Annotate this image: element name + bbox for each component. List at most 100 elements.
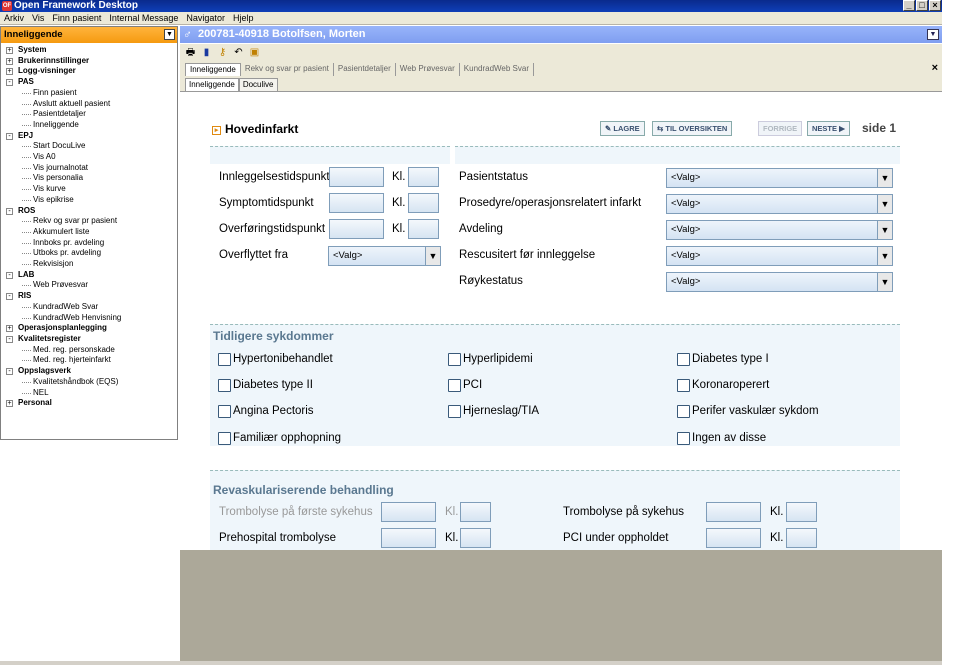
navigator-selector[interactable]: Inneliggende ▼	[1, 27, 177, 43]
collapse-icon[interactable]: -	[6, 132, 13, 140]
save-button[interactable]: ✎ LAGRE	[600, 121, 645, 136]
tree-item[interactable]: NEL	[1, 388, 177, 399]
procedure-infarct-select[interactable]: <Valg> ▼	[666, 194, 893, 214]
admission-date-input[interactable]	[329, 167, 384, 187]
transferred-from-select[interactable]: <Valg> ▼	[328, 246, 441, 266]
expand-icon[interactable]: +	[6, 57, 13, 65]
resuscitated-select[interactable]: <Valg> ▼	[666, 246, 893, 266]
tab-web-provesvar[interactable]: Web Prøvesvar	[396, 63, 460, 76]
print-icon[interactable]: 🖶	[184, 46, 197, 59]
checkbox-hyperlipidemi[interactable]: Hyperlipidemi	[448, 353, 533, 366]
transfer-time-input[interactable]	[408, 219, 439, 239]
expand-icon[interactable]: +	[6, 47, 13, 54]
tree-item[interactable]: + Personal	[1, 398, 177, 409]
expand-icon[interactable]: +	[6, 400, 13, 408]
pci-stay-time-input[interactable]	[786, 528, 817, 548]
thrombolysis-hospital-time-input[interactable]	[786, 502, 817, 522]
tree-item[interactable]: Kvalitetshåndbok (EQS)	[1, 377, 177, 388]
tree-item[interactable]: - LAB	[1, 270, 177, 281]
tree-item[interactable]: Vis kurve	[1, 184, 177, 195]
checkbox-perifer-vaskulaer[interactable]: Perifer vaskulær sykdom	[677, 405, 819, 418]
tree-item[interactable]: + Brukerinnstillinger	[1, 56, 177, 67]
menu-finn-pasient[interactable]: Finn pasient	[48, 12, 105, 24]
minimize-button[interactable]: _	[903, 0, 915, 11]
tree-item[interactable]: - Oppslagsverk	[1, 366, 177, 377]
tree-item[interactable]: Start DocuLive	[1, 141, 177, 152]
previous-button[interactable]: FORRIGE	[758, 121, 803, 136]
tree-item[interactable]: + Logg-visninger	[1, 66, 177, 77]
thrombolysis-first-hospital-date-input[interactable]	[381, 502, 436, 522]
prehospital-thrombolysis-date-input[interactable]	[381, 528, 436, 548]
collapse-icon[interactable]: -	[6, 368, 13, 376]
tree-item[interactable]: - Kvalitetsregister	[1, 334, 177, 345]
patient-header[interactable]: ♂ 200781-40918 Botolfsen, Morten ▼	[180, 26, 942, 43]
close-icon[interactable]: ×	[932, 62, 938, 75]
tree-item[interactable]: Rekvisisjon	[1, 259, 177, 270]
menu-arkiv[interactable]: Arkiv	[0, 12, 28, 24]
smoking-status-select[interactable]: <Valg> ▼	[666, 272, 893, 292]
prehospital-thrombolysis-time-input[interactable]	[460, 528, 491, 548]
expand-icon[interactable]: +	[6, 68, 13, 76]
undo-icon[interactable]: ↶	[232, 46, 245, 59]
tab-inneliggende[interactable]: Inneliggende	[185, 63, 241, 76]
tab-kundradweb-svar[interactable]: KundradWeb Svar	[460, 63, 535, 76]
tree-item[interactable]: Web Prøvesvar	[1, 280, 177, 291]
menu-navigator[interactable]: Navigator	[182, 12, 229, 24]
tree-item[interactable]: Vis personalia	[1, 173, 177, 184]
tree-item[interactable]: Rekv og svar pr pasient	[1, 216, 177, 227]
checkbox-pci[interactable]: PCI	[448, 379, 482, 392]
menu-internal-message[interactable]: Internal Message	[105, 12, 182, 24]
tree-item[interactable]: Inneliggende	[1, 120, 177, 131]
tree-item[interactable]: - PAS	[1, 77, 177, 88]
tree-item[interactable]: + Operasjonsplanlegging	[1, 323, 177, 334]
symptom-date-input[interactable]	[329, 193, 384, 213]
pci-stay-date-input[interactable]	[706, 528, 761, 548]
checkbox-hypertonibehandlet[interactable]: Hypertonibehandlet	[218, 353, 333, 366]
checkbox-hjerneslag-tia[interactable]: Hjerneslag/TIA	[448, 405, 539, 418]
tree-item[interactable]: - ROS	[1, 206, 177, 217]
checkbox-diabetes-type-2[interactable]: Diabetes type II	[218, 379, 313, 392]
expand-icon[interactable]: +	[6, 325, 13, 333]
tree-item[interactable]: Utboks pr. avdeling	[1, 248, 177, 259]
checkbox-angina-pectoris[interactable]: Angina Pectoris	[218, 405, 314, 418]
collapse-icon[interactable]: -	[6, 335, 13, 343]
subtab-doculive[interactable]: Doculive	[238, 78, 278, 91]
menu-vis[interactable]: Vis	[28, 12, 48, 24]
tree-item[interactable]: Vis journalnotat	[1, 163, 177, 174]
tree-item[interactable]: - EPJ	[1, 131, 177, 142]
tree-item[interactable]: Med. reg. hjerteinfarkt	[1, 355, 177, 366]
tree-item[interactable]: Avslutt aktuell pasient	[1, 99, 177, 110]
transfer-date-input[interactable]	[329, 219, 384, 239]
symptom-time-input[interactable]	[408, 193, 439, 213]
tree-item[interactable]: Innboks pr. avdeling	[1, 238, 177, 249]
thrombolysis-first-hospital-time-input[interactable]	[460, 502, 491, 522]
admission-time-input[interactable]	[408, 167, 439, 187]
checkbox-koronaroperert[interactable]: Koronaroperert	[677, 379, 769, 392]
tree-item[interactable]: + System	[1, 45, 177, 56]
collapse-icon[interactable]: -	[6, 271, 13, 279]
collapse-icon[interactable]: -	[6, 79, 13, 87]
close-window-button[interactable]: ×	[929, 0, 941, 11]
tree-item[interactable]: Pasientdetaljer	[1, 109, 177, 120]
tree-item[interactable]: Med. reg. personskade	[1, 345, 177, 356]
next-button[interactable]: NESTE ▶	[807, 121, 850, 136]
collapse-icon[interactable]: -	[6, 293, 13, 301]
book-icon[interactable]: ▮	[200, 46, 213, 59]
department-select[interactable]: <Valg> ▼	[666, 220, 893, 240]
tab-pasientdetaljer[interactable]: Pasientdetaljer	[334, 63, 396, 76]
tree-item[interactable]: Finn pasient	[1, 88, 177, 99]
tree-item[interactable]: Vis epikrise	[1, 195, 177, 206]
chevron-down-icon[interactable]: ▼	[927, 29, 939, 40]
save-icon[interactable]: ▣	[248, 46, 261, 59]
checkbox-ingen-av-disse[interactable]: Ingen av disse	[677, 432, 766, 445]
checkbox-diabetes-type-1[interactable]: Diabetes type I	[677, 353, 769, 366]
thrombolysis-hospital-date-input[interactable]	[706, 502, 761, 522]
to-overview-button[interactable]: ⇆ TIL OVERSIKTEN	[652, 121, 733, 136]
tab-rekv-og-svar[interactable]: Rekv og svar pr pasient	[241, 63, 334, 76]
chevron-down-icon[interactable]: ▼	[164, 29, 175, 40]
tree-item[interactable]: Akkumulert liste	[1, 227, 177, 238]
tree-item[interactable]: KundradWeb Svar	[1, 302, 177, 313]
patient-status-select[interactable]: <Valg> ▼	[666, 168, 893, 188]
tree-item[interactable]: Vis A0	[1, 152, 177, 163]
menu-hjelp[interactable]: Hjelp	[229, 12, 258, 24]
